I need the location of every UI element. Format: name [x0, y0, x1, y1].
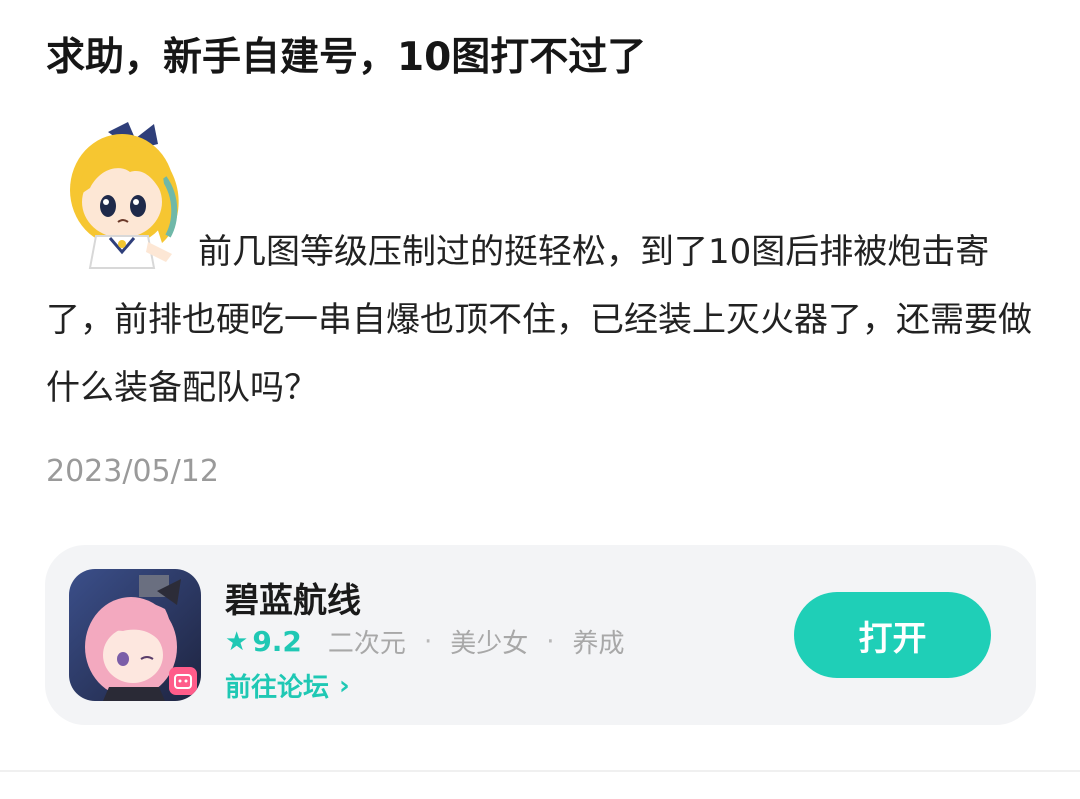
post-body: 前几图等级压制过的挺轻松，到了10图后排被炮击寄了，前排也硬吃一串自爆也顶不住，…: [46, 218, 1036, 422]
game-app-icon[interactable]: [69, 569, 201, 701]
chevron-right-icon: ›: [339, 670, 350, 701]
game-meta: ★ 9.2 二次元 · 美少女 · 养成: [225, 623, 625, 660]
game-card[interactable]: 碧蓝航线 ★ 9.2 二次元 · 美少女 · 养成 前往论坛 › 打开: [45, 545, 1036, 725]
forum-link-label: 前往论坛: [225, 673, 330, 703]
tag-separator: ·: [546, 626, 555, 657]
divider: [0, 770, 1080, 772]
open-game-button[interactable]: 打开: [794, 592, 991, 678]
game-rating: 9.2: [252, 625, 302, 658]
tag-separator: ·: [423, 626, 433, 657]
go-to-forum-link[interactable]: 前往论坛 ›: [225, 667, 350, 704]
game-name: 碧蓝航线: [225, 581, 361, 621]
game-tag: 养成: [572, 629, 625, 659]
game-tag: 美少女: [450, 629, 529, 659]
post-title: 求助，新手自建号，10图打不过了: [46, 35, 647, 80]
star-icon: ★: [225, 626, 249, 657]
post-date: 2023/05/12: [46, 454, 219, 489]
game-tag: 二次元: [327, 629, 406, 659]
